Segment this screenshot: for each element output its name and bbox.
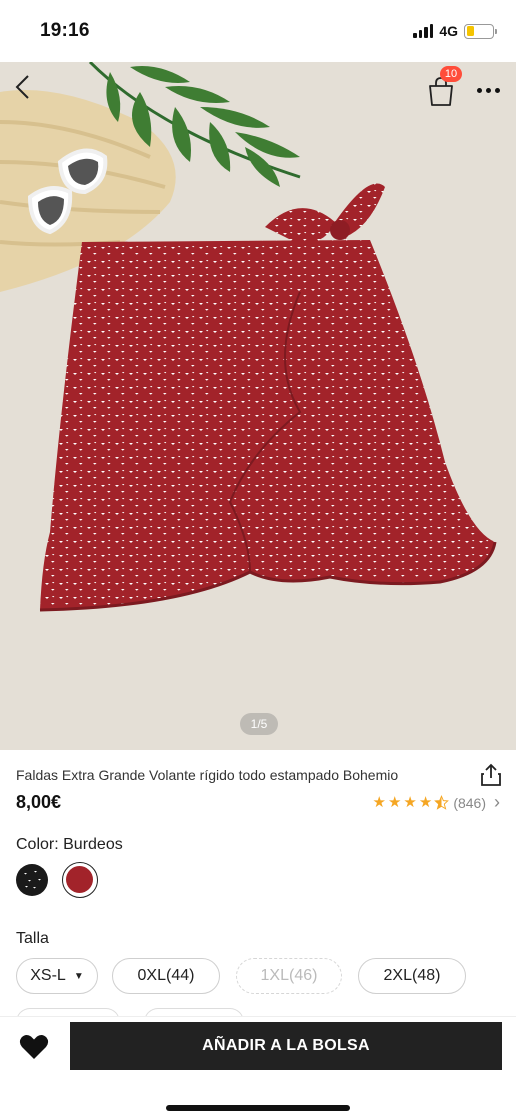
signal-icon bbox=[413, 24, 434, 38]
image-page-indicator: 1/5 bbox=[240, 713, 278, 735]
heart-icon[interactable] bbox=[18, 1031, 50, 1063]
battery-icon bbox=[464, 23, 497, 39]
chevron-right-icon: › bbox=[494, 792, 500, 812]
status-bar: 19:16 4G bbox=[0, 0, 516, 62]
product-title: Faldas Extra Grande Volante rígido todo … bbox=[16, 767, 399, 783]
size-option-2xl[interactable]: 2XL(48) bbox=[358, 958, 466, 994]
add-to-bag-button[interactable]: AÑADIR A LA BOLSA bbox=[70, 1022, 502, 1070]
star-icon: ★ bbox=[418, 794, 433, 811]
size-option-1xl[interactable]: 1XL(46) bbox=[236, 958, 342, 994]
size-option-label: 1XL(46) bbox=[260, 967, 318, 984]
star-icon: ★ bbox=[387, 794, 402, 811]
review-count: (846) bbox=[453, 794, 486, 811]
product-title-row: Faldas Extra Grande Volante rígido todo … bbox=[16, 762, 504, 788]
size-option-label: 2XL(48) bbox=[383, 967, 441, 984]
size-option-label: XS-L bbox=[30, 967, 66, 984]
bag-count-badge: 10 bbox=[440, 66, 462, 82]
more-options-button[interactable] bbox=[472, 80, 504, 100]
half-star-icon bbox=[434, 795, 450, 810]
back-button[interactable] bbox=[14, 74, 46, 106]
product-image-gallery[interactable]: 10 1/5 bbox=[0, 62, 516, 750]
size-option-0xl[interactable]: 0XL(44) bbox=[112, 958, 220, 994]
size-label: Talla bbox=[16, 930, 49, 947]
color-label: Color: Burdeos bbox=[16, 836, 123, 853]
star-icon: ★ bbox=[403, 794, 417, 811]
home-indicator bbox=[166, 1105, 350, 1111]
color-swatch-black[interactable] bbox=[16, 864, 48, 896]
network-type: 4G bbox=[439, 23, 458, 39]
size-option-xs-l[interactable]: XS-L ▼ bbox=[16, 958, 98, 994]
star-icon: ★ bbox=[372, 794, 386, 811]
product-price: 8,00€ bbox=[16, 792, 62, 812]
back-arrow-icon bbox=[15, 75, 29, 99]
price-row: 8,00€ ★ ★ ★ ★ (846) › bbox=[16, 792, 500, 813]
rating-summary[interactable]: ★ ★ ★ ★ (846) › bbox=[373, 792, 501, 813]
dropdown-caret-icon: ▼ bbox=[73, 970, 84, 982]
bottom-action-bar: AÑADIR A LA BOLSA bbox=[0, 1016, 516, 1120]
status-time: 19:16 bbox=[40, 20, 90, 41]
more-dots-icon bbox=[476, 87, 482, 93]
size-option-label: 0XL(44) bbox=[137, 967, 195, 984]
share-icon[interactable] bbox=[478, 762, 504, 788]
color-swatch-burdeos[interactable] bbox=[62, 862, 98, 898]
color-swatch-burdeos-fill bbox=[66, 866, 93, 893]
status-indicators: 4G bbox=[413, 23, 497, 39]
product-photo bbox=[0, 62, 516, 750]
